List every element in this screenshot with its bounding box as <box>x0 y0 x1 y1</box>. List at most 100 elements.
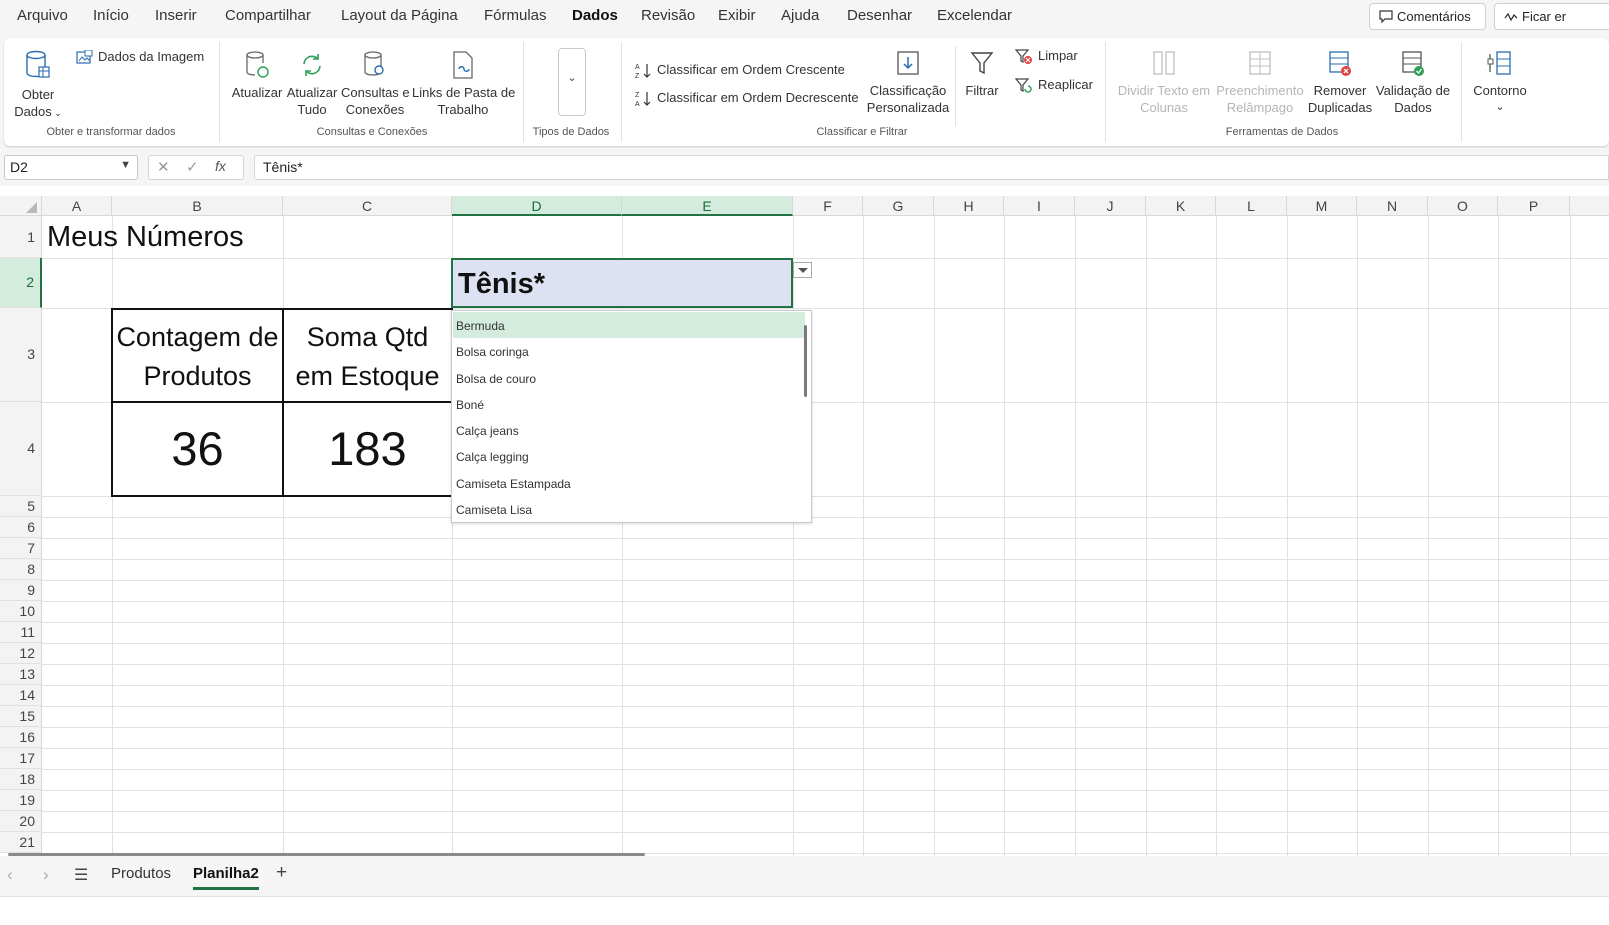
row-header-17[interactable]: 17 <box>0 748 42 769</box>
validation-dropdown-list[interactable]: Bermuda Bolsa coringa Bolsa de couro Bon… <box>451 310 812 523</box>
row-header-8[interactable]: 8 <box>0 559 42 580</box>
column-header-p[interactable]: P <box>1498 196 1570 216</box>
column-header-g[interactable]: G <box>863 196 934 216</box>
all-sheets-menu-icon[interactable]: ☰ <box>74 865 88 885</box>
column-header-c[interactable]: C <box>283 196 452 216</box>
column-header-e[interactable]: E <box>622 196 793 216</box>
column-header-b[interactable]: B <box>112 196 283 216</box>
sort-ascending-button[interactable]: A Z Classificar em Ordem Crescente <box>635 62 845 80</box>
cancel-icon[interactable]: ✕ <box>157 158 170 176</box>
data-types-gallery[interactable]: ⌄ <box>558 48 586 116</box>
menu-desenhar[interactable]: Desenhar <box>847 7 912 24</box>
refresh-all-button[interactable]: Atualizar Tudo <box>285 50 339 118</box>
dropdown-option-bermuda[interactable]: Bermuda <box>453 312 805 338</box>
reapply-filter-button[interactable]: Reaplicar <box>1014 77 1093 94</box>
dropdown-scrollbar[interactable] <box>804 325 807 397</box>
row-header-15[interactable]: 15 <box>0 706 42 727</box>
row-header-5[interactable]: 5 <box>0 496 42 517</box>
filter-button[interactable]: Filtrar <box>962 50 1002 99</box>
menu-exibir[interactable]: Exibir <box>718 7 756 24</box>
dropdown-option-bolsa-coringa[interactable]: Bolsa coringa <box>453 338 805 364</box>
chevron-right-icon[interactable]: › <box>43 865 49 885</box>
row-header-19[interactable]: 19 <box>0 790 42 811</box>
row-header-6[interactable]: 6 <box>0 517 42 538</box>
catchup-button[interactable]: Ficar er <box>1494 3 1609 30</box>
workbook-links-button[interactable]: Links de Pasta de Trabalho <box>412 50 515 118</box>
validation-dropdown-arrow[interactable] <box>793 262 812 278</box>
remove-duplicates-button[interactable]: Remover Duplicadas <box>1306 50 1374 116</box>
kpi-product-count-value[interactable]: 36 <box>112 421 283 476</box>
menu-arquivo[interactable]: Arquivo <box>17 7 68 24</box>
row-header-10[interactable]: 10 <box>0 601 42 622</box>
dropdown-option-bone[interactable]: Boné <box>453 391 805 417</box>
menu-ajuda[interactable]: Ajuda <box>781 7 819 24</box>
queries-connections-button[interactable]: Consultas e Conexões <box>341 50 410 118</box>
text-to-columns-button[interactable]: Dividir Texto em Colunas <box>1116 50 1212 116</box>
formula-input[interactable]: Tênis* <box>254 155 1609 180</box>
row-header-16[interactable]: 16 <box>0 727 42 748</box>
column-header-a[interactable]: A <box>42 196 112 216</box>
worksheet-grid[interactable]: A B C D E F G H I J K L M N O P 1 2 3 4 … <box>0 196 1609 856</box>
column-header-m[interactable]: M <box>1287 196 1357 216</box>
menu-revisao[interactable]: Revisão <box>641 7 695 24</box>
row-header-4[interactable]: 4 <box>0 402 42 496</box>
column-header-i[interactable]: I <box>1004 196 1075 216</box>
row-header-2[interactable]: 2 <box>0 258 42 308</box>
column-header-f[interactable]: F <box>793 196 863 216</box>
comments-button[interactable]: Comentários <box>1369 3 1486 30</box>
column-header-n[interactable]: N <box>1357 196 1428 216</box>
row-header-21[interactable]: 21 <box>0 832 42 853</box>
menu-inicio[interactable]: Início <box>93 7 129 24</box>
custom-sort-button[interactable]: Classificação Personalizada <box>866 50 950 116</box>
row-header-18[interactable]: 18 <box>0 769 42 790</box>
refresh-button[interactable]: Atualizar <box>230 50 284 101</box>
data-from-picture-button[interactable]: Dados da Imagem <box>76 49 204 65</box>
kpi-product-count-header[interactable]: Contagem de Produtos <box>112 318 283 396</box>
row-header-12[interactable]: 12 <box>0 643 42 664</box>
column-header-q[interactable] <box>1570 196 1609 216</box>
get-data-button[interactable]: Obter Dados ⌄ <box>13 50 63 122</box>
menu-dados[interactable]: Dados <box>572 7 618 24</box>
column-header-j[interactable]: J <box>1075 196 1146 216</box>
column-header-o[interactable]: O <box>1428 196 1498 216</box>
row-header-13[interactable]: 13 <box>0 664 42 685</box>
chevron-left-icon[interactable]: ‹ <box>7 865 13 885</box>
column-header-h[interactable]: H <box>934 196 1004 216</box>
menu-layout-da-pagina[interactable]: Layout da Página <box>341 7 458 24</box>
sort-descending-button[interactable]: Z A Classificar em Ordem Decrescente <box>635 90 859 108</box>
row-header-1[interactable]: 1 <box>0 216 42 258</box>
active-cell-d2[interactable]: Tênis* <box>451 258 793 308</box>
horizontal-scrollbar[interactable] <box>8 853 645 856</box>
dropdown-option-camiseta-lisa[interactable]: Camiseta Lisa <box>453 496 805 522</box>
menu-compartilhar[interactable]: Compartilhar <box>225 7 311 24</box>
menu-excelendar[interactable]: Excelendar <box>937 7 1012 24</box>
row-header-14[interactable]: 14 <box>0 685 42 706</box>
sheet-tab-produtos[interactable]: Produtos <box>111 865 171 882</box>
flash-fill-button[interactable]: Preenchimento Relâmpago <box>1214 50 1306 116</box>
row-header-11[interactable]: 11 <box>0 622 42 643</box>
insert-function-button[interactable]: fx <box>215 158 226 174</box>
sheet-tab-planilha2[interactable]: Planilha2 <box>193 865 259 890</box>
outline-button[interactable]: Contorno ⌄ <box>1468 50 1532 116</box>
dropdown-option-bolsa-de-couro[interactable]: Bolsa de couro <box>453 365 805 391</box>
data-validation-button[interactable]: Validação de Dados <box>1374 50 1452 116</box>
menu-formulas[interactable]: Fórmulas <box>484 7 547 24</box>
enter-icon[interactable]: ✓ <box>186 158 199 176</box>
column-header-d[interactable]: D <box>452 196 622 216</box>
menu-inserir[interactable]: Inserir <box>155 7 197 24</box>
column-header-l[interactable]: L <box>1216 196 1287 216</box>
sheet-title-cell[interactable]: Meus Números <box>47 221 244 254</box>
dropdown-option-camiseta-estampada[interactable]: Camiseta Estampada <box>453 470 805 496</box>
row-header-7[interactable]: 7 <box>0 538 42 559</box>
name-box[interactable]: D2 ▼ <box>4 155 138 180</box>
row-header-3[interactable]: 3 <box>0 308 42 402</box>
row-header-20[interactable]: 20 <box>0 811 42 832</box>
column-header-k[interactable]: K <box>1146 196 1216 216</box>
row-header-9[interactable]: 9 <box>0 580 42 601</box>
kpi-stock-sum-header[interactable]: Soma Qtd em Estoque <box>283 318 452 396</box>
clear-filter-button[interactable]: Limpar <box>1014 48 1078 65</box>
dropdown-option-calca-jeans[interactable]: Calça jeans <box>453 417 805 443</box>
dropdown-option-calca-legging[interactable]: Calça legging <box>453 443 805 469</box>
select-all-button[interactable] <box>0 196 42 216</box>
kpi-stock-sum-value[interactable]: 183 <box>283 421 452 476</box>
